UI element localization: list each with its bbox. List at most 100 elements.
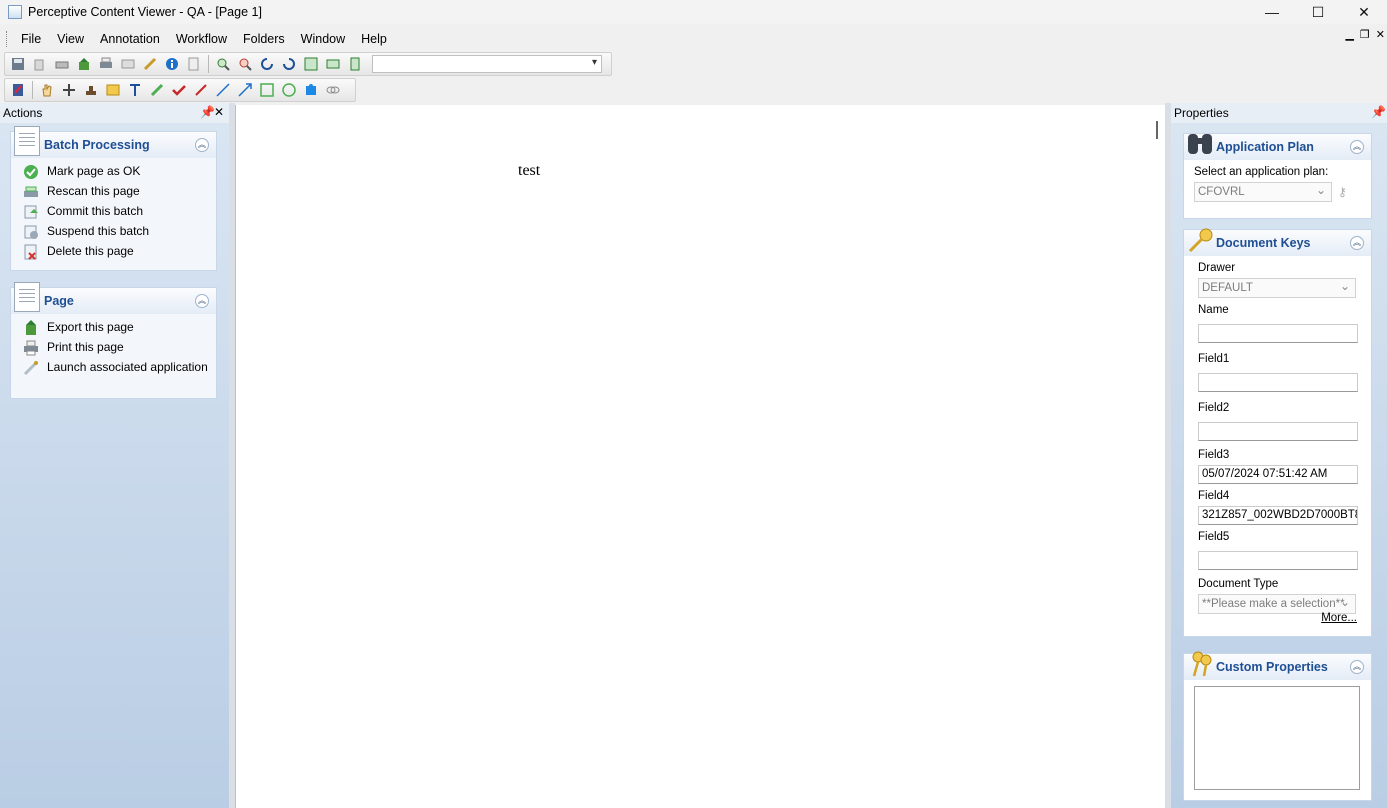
launch-app-action[interactable]: Launch associated application [23,360,216,392]
annotation-toggle-icon[interactable] [8,80,28,100]
minimize-button[interactable]: — [1249,0,1295,24]
document-keys-title: Document Keys [1216,236,1311,250]
pen-icon[interactable] [191,80,211,100]
stamp-icon[interactable] [81,80,101,100]
close-panel-icon[interactable]: ✕ [214,105,224,119]
suspend-batch-action[interactable]: Suspend this batch [23,224,216,244]
save-icon[interactable] [8,54,28,74]
application-plan-header[interactable]: Application Plan ︽ [1184,134,1371,160]
rocket-icon [23,361,38,376]
puzzle-icon[interactable] [301,80,321,100]
vertical-scrollbar[interactable] [1156,121,1158,139]
rectangle-icon[interactable] [257,80,277,100]
menu-bar: File View Annotation Workflow Folders Wi… [0,28,1387,50]
delete-page-icon [24,244,37,260]
copy-icon[interactable] [30,54,50,74]
field5-field[interactable] [1198,551,1358,570]
key-icon [1188,228,1213,253]
menu-folders[interactable]: Folders [235,32,293,46]
suspend-batch-label: Suspend this batch [47,224,150,238]
collapse-icon[interactable]: ︽ [1350,236,1364,250]
link-icon[interactable] [323,80,343,100]
zoom-out-icon[interactable] [235,54,255,74]
export-page-label: Export this page [47,320,134,334]
page-group-title: Page [44,294,74,308]
text-icon[interactable] [125,80,145,100]
sticky-note-icon[interactable] [103,80,123,100]
custom-properties-header[interactable]: Custom Properties ︽ [1184,651,1371,680]
page-options-icon[interactable] [184,54,204,74]
rescan-page-action[interactable]: Rescan this page [23,184,216,204]
collapse-icon[interactable]: ︽ [1350,140,1364,154]
page-header[interactable]: Page ︽ [11,282,216,314]
arrow-icon[interactable] [235,80,255,100]
menu-help[interactable]: Help [353,32,395,46]
export-icon[interactable] [74,54,94,74]
document-keys-group: Document Keys ︽ Drawer DEFAULT Name Fiel… [1183,228,1372,637]
mdi-close-icon[interactable]: ✕ [1376,28,1385,41]
rotate-right-icon[interactable] [279,54,299,74]
document-keys-header[interactable]: Document Keys ︽ [1184,228,1371,256]
email-icon[interactable] [118,54,138,74]
maximize-button[interactable]: ☐ [1295,0,1341,24]
batch-stack-icon [14,126,40,156]
batch-processing-header[interactable]: Batch Processing ︽ [11,126,216,158]
rotate-left-icon[interactable] [257,54,277,74]
move-icon[interactable] [59,80,79,100]
checkmark-icon[interactable] [169,80,189,100]
zoom-dropdown[interactable] [372,55,602,73]
print-icon[interactable] [96,54,116,74]
field2-field[interactable] [1198,422,1358,441]
zoom-in-icon[interactable] [213,54,233,74]
collapse-icon[interactable]: ︽ [195,138,209,152]
field4-field[interactable]: 321Z857_002WBD2D7000BT8 [1198,506,1358,525]
application-plan-select[interactable]: CFOVRL [1194,181,1332,202]
menu-workflow[interactable]: Workflow [168,32,235,46]
mdi-restore-icon[interactable]: ❐ [1360,28,1370,41]
info-icon[interactable] [162,54,182,74]
mark-page-ok-action[interactable]: Mark page as OK [23,164,216,184]
field4-label: Field4 [1198,490,1230,502]
fit-page-icon[interactable] [301,54,321,74]
custom-properties-title: Custom Properties [1216,660,1328,674]
menu-annotation[interactable]: Annotation [92,32,168,46]
page-actions-list: Export this page Print this page Launch … [11,314,216,398]
delete-page-action[interactable]: Delete this page [23,244,216,264]
more-link[interactable]: More... [1321,612,1357,624]
custom-properties-list[interactable] [1194,686,1360,790]
mark-page-ok-label: Mark page as OK [47,164,141,178]
scan-icon[interactable] [52,54,72,74]
menu-window[interactable]: Window [293,32,353,46]
fit-height-icon[interactable] [345,54,365,74]
pin-icon[interactable]: 📌 [1371,105,1386,119]
menu-file[interactable]: File [13,32,49,46]
hand-icon[interactable] [37,80,57,100]
field3-label: Field3 [1198,449,1230,461]
launch-icon[interactable] [140,54,160,74]
name-label: Name [1198,304,1229,316]
launch-app-label: Launch associated application [47,360,208,374]
menu-view[interactable]: View [49,32,92,46]
export-page-action[interactable]: Export this page [23,320,216,340]
close-button[interactable]: ✕ [1341,0,1387,24]
highlighter-icon[interactable] [147,80,167,100]
properties-panel-title: Properties [1174,106,1229,120]
print-page-action[interactable]: Print this page [23,340,216,360]
document-viewer[interactable]: test [235,105,1165,808]
field2-label: Field2 [1198,402,1230,414]
document-type-select[interactable]: **Please make a selection** [1198,593,1356,614]
drawer-select[interactable]: DEFAULT [1198,277,1356,298]
collapse-icon[interactable]: ︽ [195,294,209,308]
field3-field[interactable]: 05/07/2024 07:51:42 AM [1198,465,1358,484]
toolbar-separator [32,81,33,99]
fit-width-icon[interactable] [323,54,343,74]
ellipse-icon[interactable] [279,80,299,100]
field1-field[interactable] [1198,373,1358,392]
name-field[interactable] [1198,324,1358,343]
line-icon[interactable] [213,80,233,100]
mdi-minimize-icon[interactable]: ▁ [1345,28,1353,41]
key-lookup-icon[interactable]: ⚷ [1338,185,1347,199]
commit-batch-action[interactable]: Commit this batch [23,204,216,224]
collapse-icon[interactable]: ︽ [1350,660,1364,674]
pin-icon[interactable]: 📌 [200,105,215,119]
